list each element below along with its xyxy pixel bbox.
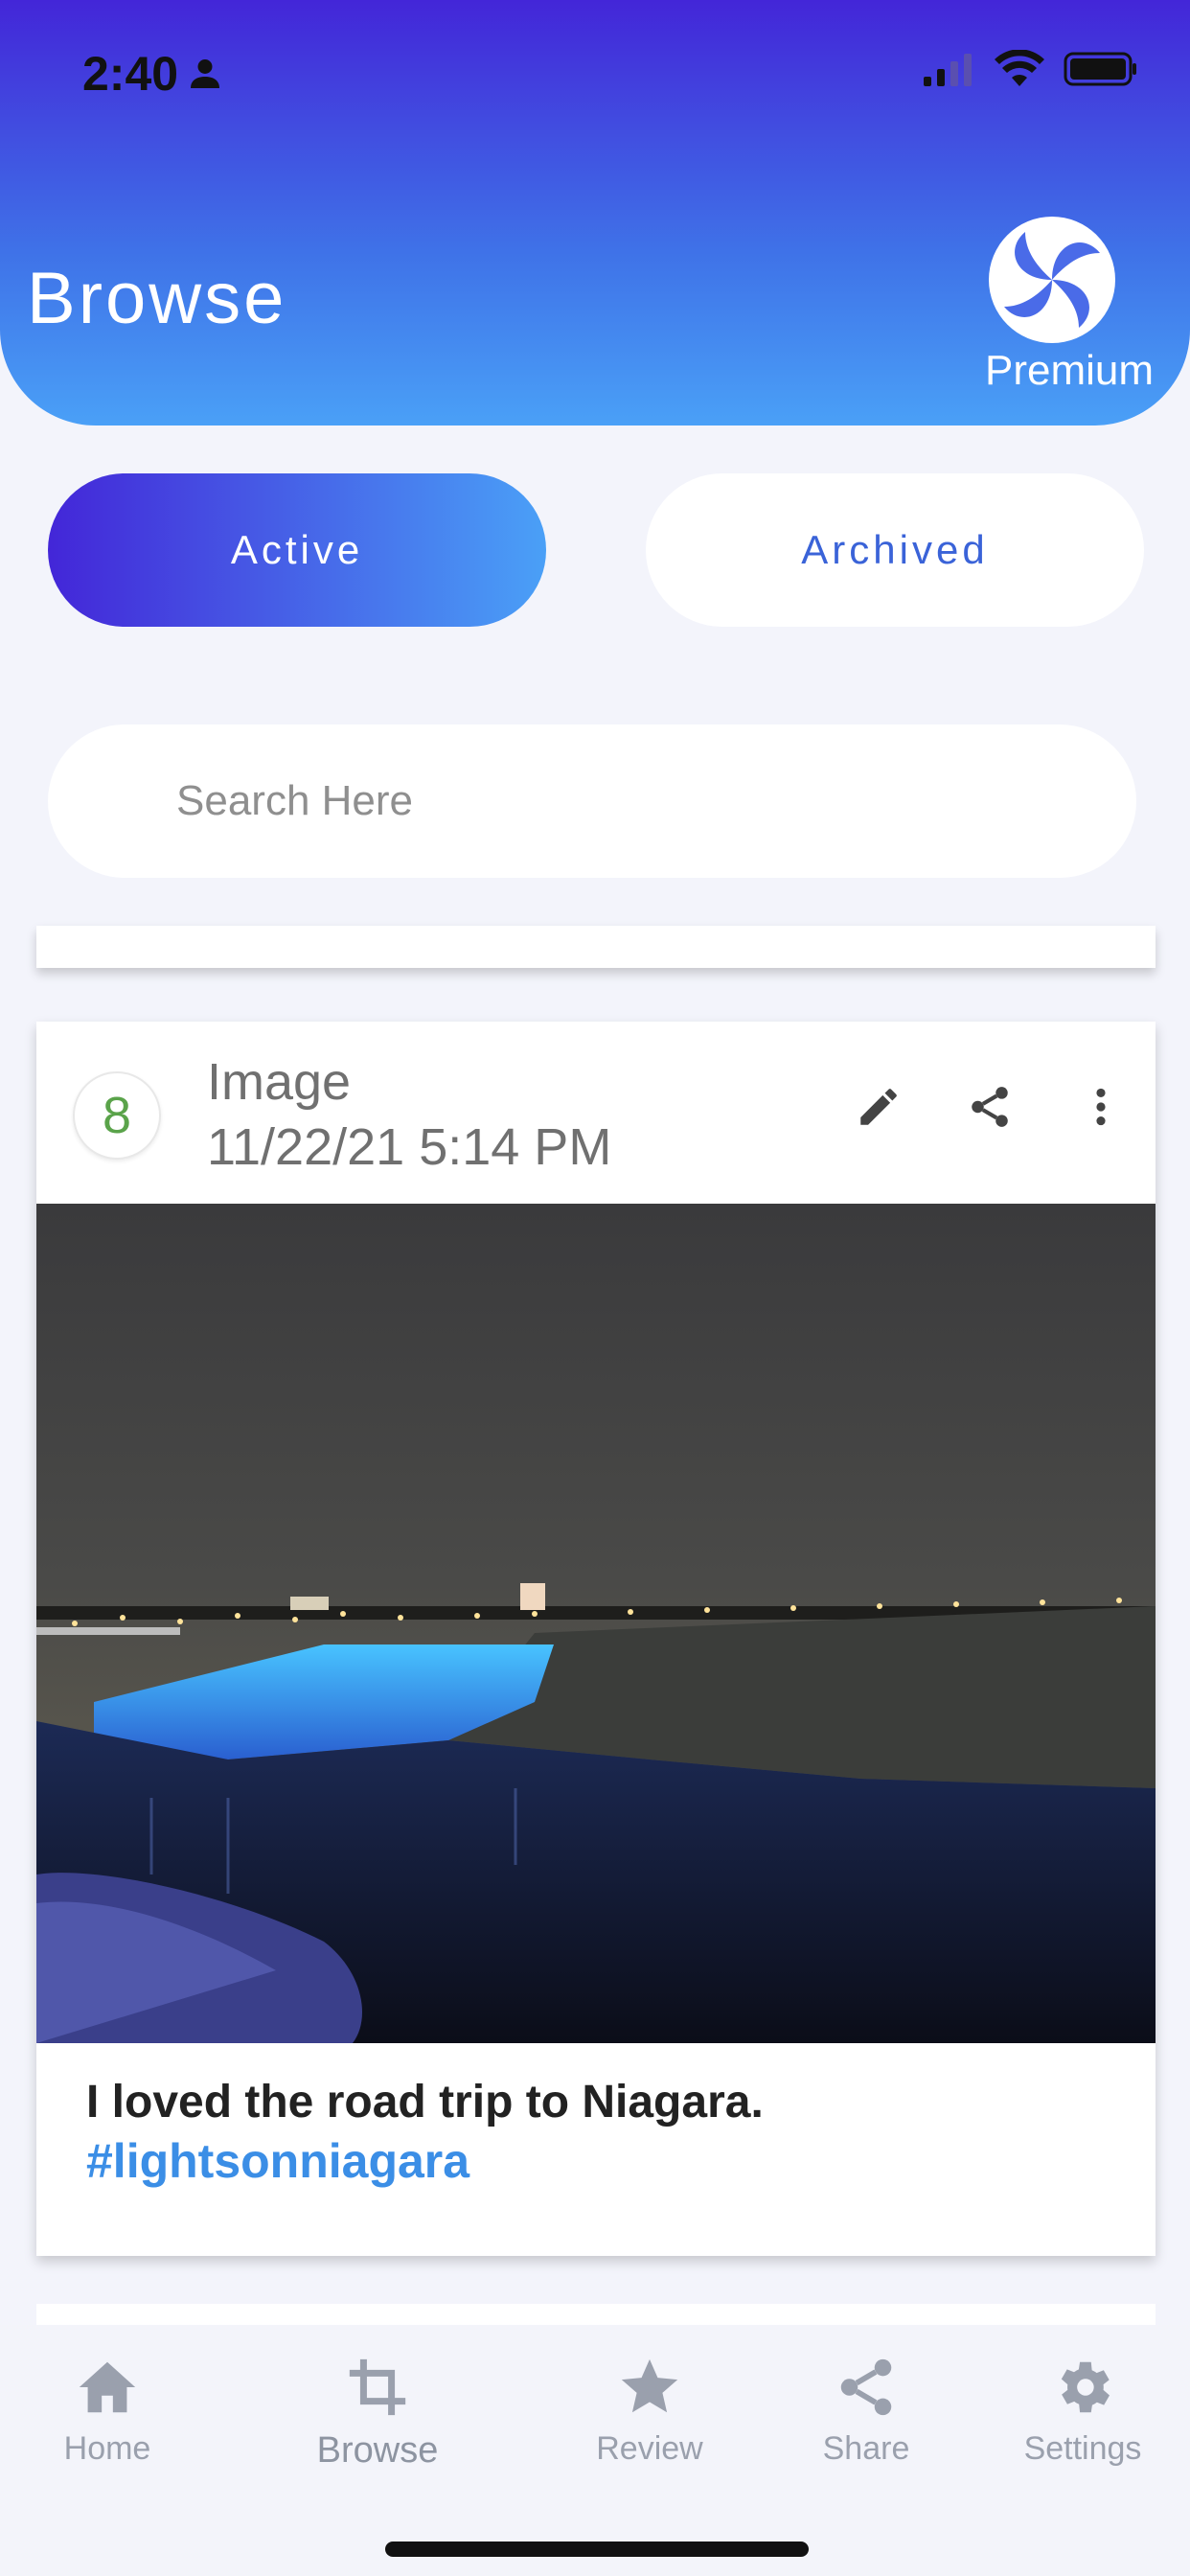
entry-caption: I loved the road trip to Niagara. (86, 2077, 764, 2128)
nav-settings[interactable]: Settings (987, 2354, 1179, 2468)
star-icon (621, 2358, 678, 2413)
status-icons (922, 50, 1138, 88)
entry-number-badge: 8 (73, 1071, 161, 1160)
nav-review-label: Review (596, 2430, 703, 2467)
entry-photo[interactable] (36, 1204, 1156, 2043)
search-bar (48, 724, 1136, 878)
pencil-icon (860, 1089, 897, 1125)
person-icon (191, 59, 220, 88)
more-button[interactable] (1073, 1079, 1129, 1135)
entry-type: Image (207, 1053, 352, 1111)
entry-datetime: 11/22/21 5:14 PM (207, 1118, 612, 1176)
card-actions (851, 1079, 1129, 1135)
header: 2:40 Browse Premium (0, 0, 1190, 426)
page-title: Browse (27, 258, 287, 339)
gear-icon (1061, 2361, 1110, 2413)
tab-archived[interactable]: Archived (646, 473, 1144, 627)
nav-share[interactable]: Share (770, 2354, 962, 2468)
previous-card (36, 926, 1156, 968)
share-icon (972, 1087, 1008, 1127)
app-logo-icon[interactable] (987, 215, 1117, 345)
segment-tabs: Active Archived (48, 473, 1144, 627)
nav-home-label: Home (63, 2430, 151, 2467)
share-button[interactable] (962, 1079, 1018, 1135)
signal-icon (924, 54, 972, 86)
time-label: 2:40 (82, 47, 179, 101)
more-vert-icon (1096, 1088, 1106, 1126)
nav-home[interactable]: Home (11, 2354, 203, 2468)
nav-browse[interactable]: Browse (282, 2354, 473, 2472)
share-icon (840, 2358, 892, 2416)
nav-review[interactable]: Review (554, 2354, 745, 2468)
battery-icon (1064, 52, 1136, 86)
nav-share-label: Share (822, 2430, 910, 2467)
home-icon (79, 2361, 136, 2413)
entry-hashtag[interactable]: #lightsonniagara (86, 2133, 469, 2189)
nav-settings-label: Settings (1023, 2430, 1142, 2467)
premium-label[interactable]: Premium (985, 347, 1154, 395)
crop-icon (349, 2358, 406, 2416)
edit-button[interactable] (851, 1079, 906, 1135)
nav-browse-label: Browse (316, 2430, 439, 2471)
wifi-icon (995, 50, 1044, 86)
status-time: 2:40 (82, 46, 222, 102)
bottom-nav: Home Browse Review Share Settings (0, 2325, 1190, 2576)
tab-active[interactable]: Active (48, 473, 546, 627)
entry-card[interactable]: 8 Image 11/22/21 5:14 PM I loved the roa… (36, 1022, 1156, 2256)
home-indicator (385, 2542, 809, 2557)
search-input[interactable] (174, 776, 1041, 826)
